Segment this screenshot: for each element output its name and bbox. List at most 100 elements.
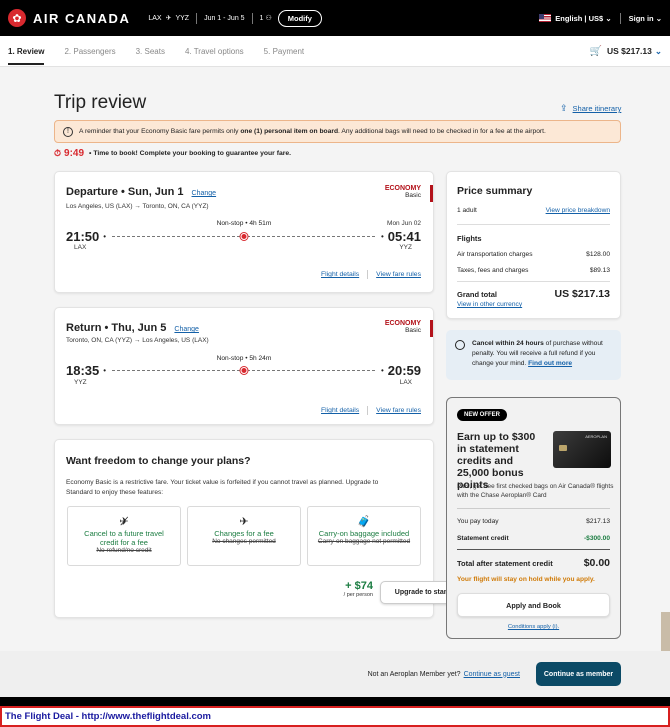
continue-as-member-button[interactable]: Continue as member xyxy=(536,662,621,686)
arrival-time: 20:59 xyxy=(387,363,421,378)
upgrade-card: Want freedom to change your plans? Econo… xyxy=(54,439,478,618)
continue-as-guest-link[interactable]: Continue as guest xyxy=(464,671,520,678)
statement-credit-value: -$300.00 xyxy=(583,535,610,542)
departure-flight-details-link[interactable]: Flight details xyxy=(321,271,359,278)
feature-label: Cancel to a future travel credit for a f… xyxy=(84,529,164,547)
departure-heading: Departure • Sun, Jun 1 Change xyxy=(66,186,216,198)
timeline-start-icon: • xyxy=(103,232,107,241)
departure-title: Departure • Sun, Jun 1 xyxy=(66,186,184,198)
share-itinerary-link[interactable]: ⇪ Share itinerary xyxy=(560,103,621,114)
destination-code: YYZ xyxy=(175,14,190,22)
departure-fare-rules-link[interactable]: View fare rules xyxy=(376,271,421,278)
plane-cancel-icon: ✈̸ xyxy=(119,516,129,528)
card-chip-icon xyxy=(559,445,567,451)
cabin-indicator xyxy=(430,185,433,202)
change-return-link[interactable]: Change xyxy=(174,326,199,333)
cancel-bold: Cancel within 24 hours xyxy=(472,340,544,347)
cabin-class: ECONOMY xyxy=(384,185,421,192)
air-charges-row: Air transportation charges $128.00 xyxy=(457,251,610,258)
feature-restriction: Carry-on baggage not permitted xyxy=(317,538,411,545)
find-out-more-link[interactable]: Find out more xyxy=(528,360,572,367)
grand-total-label: Grand total xyxy=(457,289,498,299)
baggage-icon: 🧳 xyxy=(357,516,371,528)
watermark-caption: The Flight Deal - http://www.theflightde… xyxy=(0,706,670,727)
return-cabin: ECONOMY Basic xyxy=(385,320,421,334)
departure-cabin: ECONOMY Basic xyxy=(385,185,421,199)
step-seats[interactable]: 3. Seats xyxy=(136,47,165,56)
timeline-marker xyxy=(240,233,247,240)
fare-type: Basic xyxy=(405,327,421,334)
price-summary-card: Price summary 1 adult View price breakdo… xyxy=(446,171,621,319)
statement-credit-row: Statement credit -$300.00 xyxy=(457,535,610,542)
passenger-count: 1 xyxy=(259,14,264,22)
currency-label: US$ xyxy=(588,13,604,23)
clock-icon xyxy=(455,340,465,350)
pay-today-value: $217.13 xyxy=(586,518,610,525)
trip-dates: Jun 1 - Jun 5 xyxy=(204,14,245,22)
card-brand-label: AEROPLAN xyxy=(585,434,607,439)
sign-in-link[interactable]: Sign in ⌄ xyxy=(629,14,662,23)
cancellation-info: Cancel within 24 hours of purchase witho… xyxy=(446,330,621,380)
upgrade-price: + $74 / per person xyxy=(335,580,373,598)
exclamation-icon: ! xyxy=(63,126,73,137)
divider xyxy=(457,281,610,282)
pay-today-row: You pay today $217.13 xyxy=(457,518,610,525)
apply-and-book-button[interactable]: Apply and Book xyxy=(457,593,610,617)
brand-name[interactable]: AIR CANADA xyxy=(33,11,130,26)
cart-icon: 🛒 xyxy=(589,45,602,57)
feature-cancel: ✈̸ Cancel to a future travel credit for … xyxy=(67,506,181,566)
feature-label: Carry-on baggage included xyxy=(318,529,410,538)
step-passengers[interactable]: 2. Passengers xyxy=(64,47,115,56)
return-duration: Non-stop • 5h 24m xyxy=(216,355,272,362)
arrival-code: YYZ xyxy=(399,244,412,251)
feature-label: Changes for a fee xyxy=(214,529,274,538)
upgrade-heading: Want freedom to change your plans? xyxy=(66,455,251,467)
departure-route: Los Angeles, US (LAX) → Toronto, ON, CA … xyxy=(66,203,209,210)
step-review[interactable]: 1. Review xyxy=(8,47,45,65)
alert-text-pre: A reminder that your Economy Basic fare … xyxy=(79,128,241,135)
timeline-start-icon: • xyxy=(103,366,107,375)
credit-card-image: AEROPLAN xyxy=(553,431,611,468)
return-flight-details-link[interactable]: Flight details xyxy=(321,407,359,414)
divider xyxy=(457,549,610,550)
credit-card-offer: NEW OFFER Earn up to $300 in statement c… xyxy=(446,397,621,639)
continue-bar: Not an Aeroplan Member yet? Continue as … xyxy=(0,651,670,697)
return-timeline: 18:35 • • 20:59 xyxy=(66,363,421,378)
timeline-line xyxy=(112,233,375,240)
air-charges-value: $128.00 xyxy=(586,251,610,258)
timeline-line xyxy=(112,367,375,374)
step-payment[interactable]: 5. Payment xyxy=(264,47,304,56)
divider xyxy=(196,12,198,24)
departure-timeline: 21:50 • • 05:41 xyxy=(66,229,421,244)
arrival-code: LAX xyxy=(399,379,412,386)
conditions-link[interactable]: Conditions apply (i). xyxy=(447,624,620,630)
other-currency-link[interactable]: View in other currency xyxy=(457,301,522,308)
cart-summary[interactable]: 🛒 US $217.13 ⌄ xyxy=(590,46,662,57)
offer-description: Plus, get free first checked bags on Air… xyxy=(457,483,614,499)
departure-card: Departure • Sun, Jun 1 Change Los Angeles… xyxy=(54,171,434,293)
chevron-down-icon: ⌄ xyxy=(655,13,662,23)
taxes-row: Taxes, fees and charges $89.13 xyxy=(457,267,610,274)
change-departure-link[interactable]: Change xyxy=(192,190,217,197)
language-selector[interactable]: English | US$ ⌄ xyxy=(555,14,611,23)
feature-baggage: 🧳 Carry-on baggage included Carry-on bag… xyxy=(307,506,421,566)
departure-code: YYZ xyxy=(74,379,87,386)
departure-time: 21:50 xyxy=(66,229,100,244)
arrival-time: 05:41 xyxy=(387,229,421,244)
upgrade-price-unit: / per person xyxy=(343,592,373,598)
alert-text: A reminder that your Economy Basic fare … xyxy=(79,128,546,135)
price-breakdown-link[interactable]: View price breakdown xyxy=(546,207,610,214)
return-fare-rules-link[interactable]: View fare rules xyxy=(376,407,421,414)
upgrade-description: Economy Basic is a restrictive fare. You… xyxy=(66,479,379,496)
plane-icon: ✈ xyxy=(239,516,249,528)
divider xyxy=(457,224,610,225)
divider xyxy=(367,406,369,415)
modify-button[interactable]: Modify xyxy=(277,9,322,27)
trip-summary: LAX ✈ YYZ Jun 1 - Jun 5 1 ⚇ Modify xyxy=(148,9,322,27)
divider xyxy=(251,12,253,24)
step-travel-options[interactable]: 4. Travel options xyxy=(185,47,244,56)
fare-type: Basic xyxy=(405,192,421,199)
chevron-down-icon: ⌄ xyxy=(605,13,612,23)
maple-leaf-logo-icon[interactable]: ✿ xyxy=(8,9,26,27)
page-title: Trip review xyxy=(54,92,147,113)
